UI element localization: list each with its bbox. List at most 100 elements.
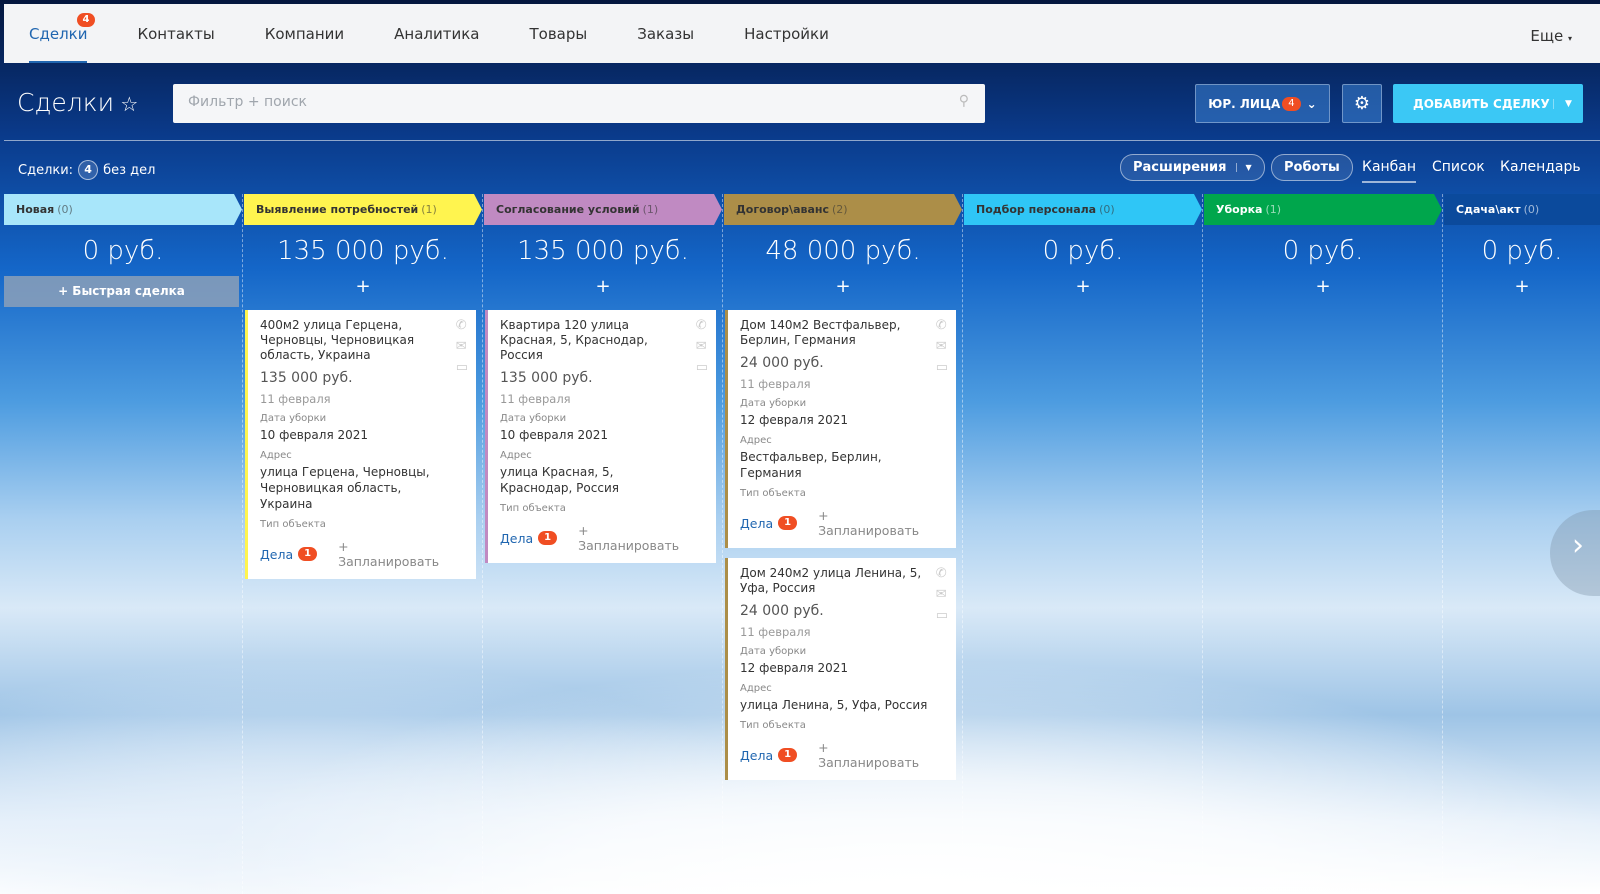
phone-icon[interactable]: ✆: [456, 318, 468, 333]
address-label: Адрес: [740, 683, 772, 694]
legal-badge: 4: [1282, 96, 1301, 111]
quick-deal-button[interactable]: + Быстрая сделка: [4, 276, 239, 307]
plan-activity-link[interactable]: + Запланировать: [818, 740, 928, 770]
address-label: Адрес: [740, 435, 772, 446]
add-deal-button[interactable]: ДОБАВИТЬ СДЕЛКУ ▼: [1393, 84, 1583, 123]
extensions-button[interactable]: Расширения ▼: [1120, 154, 1265, 181]
tab-companies[interactable]: Компании: [265, 4, 344, 63]
plan-activity-link[interactable]: + Запланировать: [818, 508, 928, 538]
phone-icon[interactable]: ✆: [696, 318, 708, 333]
page-title: Сделки ☆: [17, 88, 139, 117]
column-count: (0): [57, 203, 73, 216]
column-name: Согласование условий: [496, 203, 640, 216]
tab-deals[interactable]: Сделки 4: [29, 4, 96, 63]
object-type-label: Тип объекта: [500, 503, 566, 514]
add-card-button[interactable]: +: [1444, 276, 1600, 304]
search-icon[interactable]: ⚲: [959, 93, 969, 109]
deals-summary: Сделки: 4 без дел: [18, 160, 155, 180]
deals-link[interactable]: Дела: [500, 531, 533, 546]
column-count: (1): [421, 203, 437, 216]
mail-icon[interactable]: ✉: [456, 339, 468, 354]
column-name: Новая: [16, 203, 55, 216]
comment-icon[interactable]: ▭: [936, 360, 948, 375]
robots-button[interactable]: Роботы: [1271, 154, 1353, 181]
column-header[interactable]: Сдача\акт (0): [1444, 194, 1600, 225]
add-deal-dropdown[interactable]: ▼: [1553, 98, 1583, 109]
deal-price: 24 000 руб.: [740, 355, 824, 371]
deal-title[interactable]: Квартира 120 улица Красная, 5, Краснодар…: [500, 318, 688, 363]
star-icon[interactable]: ☆: [114, 92, 138, 116]
deal-card[interactable]: Дом 240м2 улица Ленина, 5, Уфа, Россия 24…: [725, 558, 956, 780]
cleaning-date-label: Дата уборки: [260, 413, 327, 424]
column-header[interactable]: Согласование условий (1): [484, 194, 722, 225]
top-navigation: Сделки 4 Контакты Компании Аналитика Това…: [4, 4, 1600, 63]
column-header[interactable]: Договор\аванс (2): [724, 194, 962, 225]
deals-link[interactable]: Дела: [260, 547, 293, 562]
view-kanban[interactable]: Канбан: [1362, 159, 1417, 183]
comment-icon[interactable]: ▭: [456, 360, 468, 375]
column-sum: 48 000 руб.: [765, 236, 921, 266]
column-count: (0): [1099, 203, 1115, 216]
column-sum: 135 000 руб.: [517, 236, 689, 266]
add-card-button[interactable]: +: [964, 276, 1202, 304]
tab-products[interactable]: Товары: [530, 4, 588, 63]
address-label: Адрес: [260, 450, 292, 461]
address-value: улица Красная, 5, Краснодар, Россия: [500, 465, 619, 495]
column-name: Выявление потребностей: [256, 203, 419, 216]
add-card-button[interactable]: +: [724, 276, 962, 304]
address-label: Адрес: [500, 450, 532, 461]
comment-icon[interactable]: ▭: [936, 608, 948, 623]
mail-icon[interactable]: ✉: [936, 587, 948, 602]
view-list[interactable]: Список: [1432, 159, 1485, 175]
tab-settings[interactable]: Настройки: [744, 4, 829, 63]
cleaning-date-value: 10 февраля 2021: [260, 428, 369, 442]
tab-orders[interactable]: Заказы: [637, 4, 694, 63]
mail-icon[interactable]: ✉: [696, 339, 708, 354]
deal-date: 11 февраля: [740, 377, 811, 391]
tab-contacts[interactable]: Контакты: [137, 4, 214, 63]
add-card-button[interactable]: +: [244, 276, 482, 304]
view-calendar[interactable]: Календарь: [1500, 159, 1581, 175]
deal-card[interactable]: 400м2 улица Герцена, Черновцы, Черновицк…: [245, 310, 476, 579]
add-card-button[interactable]: +: [484, 276, 722, 304]
cleaning-date-value: 10 февраля 2021: [500, 428, 609, 442]
gear-icon: ⚙: [1353, 93, 1371, 114]
kanban-column: Новая (0) 0 руб. + Быстрая сделка: [4, 194, 243, 894]
mail-icon[interactable]: ✉: [936, 339, 948, 354]
kanban-column: Уборка (1) 0 руб. +: [1204, 194, 1443, 894]
deal-price: 24 000 руб.: [740, 603, 824, 619]
add-card-button[interactable]: +: [1204, 276, 1442, 304]
kanban-column: Подбор персонала (0) 0 руб. +: [964, 194, 1203, 894]
tasks-badge: 1: [778, 748, 798, 762]
deals-link[interactable]: Дела: [740, 516, 773, 531]
column-count: (2): [832, 203, 848, 216]
more-menu[interactable]: Еще ▾: [1530, 27, 1572, 45]
legal-entity-button[interactable]: ЮР. ЛИЦА 4 ⌄: [1195, 84, 1330, 123]
card-actions: ✆ ✉ ▭: [936, 318, 948, 375]
column-sum: 0 руб.: [82, 236, 164, 266]
comment-icon[interactable]: ▭: [696, 360, 708, 375]
phone-icon[interactable]: ✆: [936, 566, 948, 581]
settings-button[interactable]: ⚙: [1342, 84, 1382, 123]
column-sum: 0 руб.: [1282, 236, 1364, 266]
deal-title[interactable]: Дом 140м2 Вестфальвер, Берлин, Германия: [740, 318, 928, 348]
deal-title[interactable]: 400м2 улица Герцена, Черновцы, Черновицк…: [260, 318, 448, 363]
column-header[interactable]: Выявление потребностей (1): [244, 194, 482, 225]
column-header[interactable]: Уборка (1): [1204, 194, 1442, 225]
deals-link[interactable]: Дела: [740, 748, 773, 763]
tab-analytics[interactable]: Аналитика: [394, 4, 479, 63]
phone-icon[interactable]: ✆: [936, 318, 948, 333]
kanban-column: Выявление потребностей (1) 135 000 руб. +40…: [244, 194, 483, 894]
search-input[interactable]: Фильтр + поиск ⚲: [173, 84, 985, 123]
plan-activity-link[interactable]: + Запланировать: [338, 539, 448, 569]
deal-card[interactable]: Квартира 120 улица Красная, 5, Краснодар…: [485, 310, 716, 563]
deal-date: 11 февраля: [260, 392, 331, 406]
plan-activity-link[interactable]: + Запланировать: [578, 523, 688, 553]
deal-card[interactable]: Дом 140м2 Вестфальвер, Берлин, Германия 2…: [725, 310, 956, 548]
deals-count[interactable]: 4: [78, 160, 99, 180]
chevron-down-icon: ▾: [1567, 34, 1572, 43]
deal-title[interactable]: Дом 240м2 улица Ленина, 5, Уфа, Россия: [740, 566, 928, 596]
column-header[interactable]: Новая (0): [4, 194, 242, 225]
column-header[interactable]: Подбор персонала (0): [964, 194, 1202, 225]
cleaning-date-value: 12 февраля 2021: [740, 661, 849, 675]
